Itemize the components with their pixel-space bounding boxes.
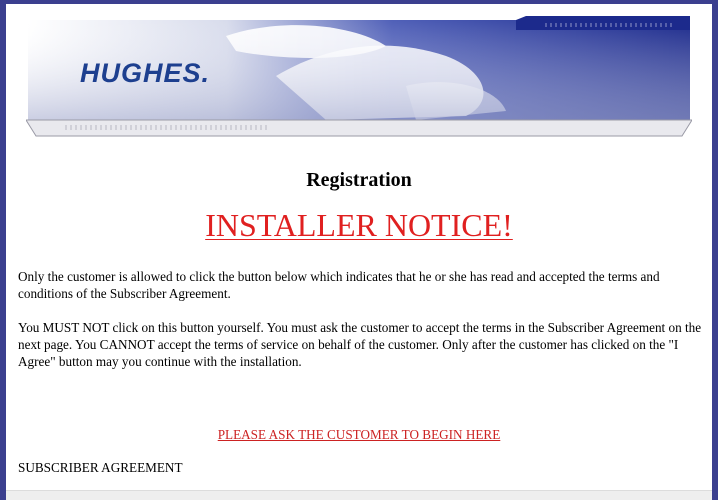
logo-dot: . <box>201 58 211 88</box>
page-title: Registration <box>306 169 412 191</box>
logo-text: HUGHES <box>80 58 202 88</box>
hughes-banner: HUGHES. <box>26 16 692 141</box>
installer-notice-heading: INSTALLER NOTICE! <box>205 207 513 243</box>
notice-paragraph-1: Only the customer is allowed to click th… <box>18 269 660 301</box>
page-content: HUGHES. Registration INSTALLER NOTICE! O… <box>6 4 712 500</box>
hughes-logo: HUGHES. <box>80 58 210 89</box>
notice-paragraph-2: You MUST NOT click on this button yourse… <box>18 320 702 369</box>
agreement-frame-edge <box>6 490 712 500</box>
begin-here-link[interactable]: PLEASE ASK THE CUSTOMER TO BEGIN HERE <box>6 427 712 443</box>
subscriber-agreement-label: SUBSCRIBER AGREEMENT <box>18 460 183 475</box>
